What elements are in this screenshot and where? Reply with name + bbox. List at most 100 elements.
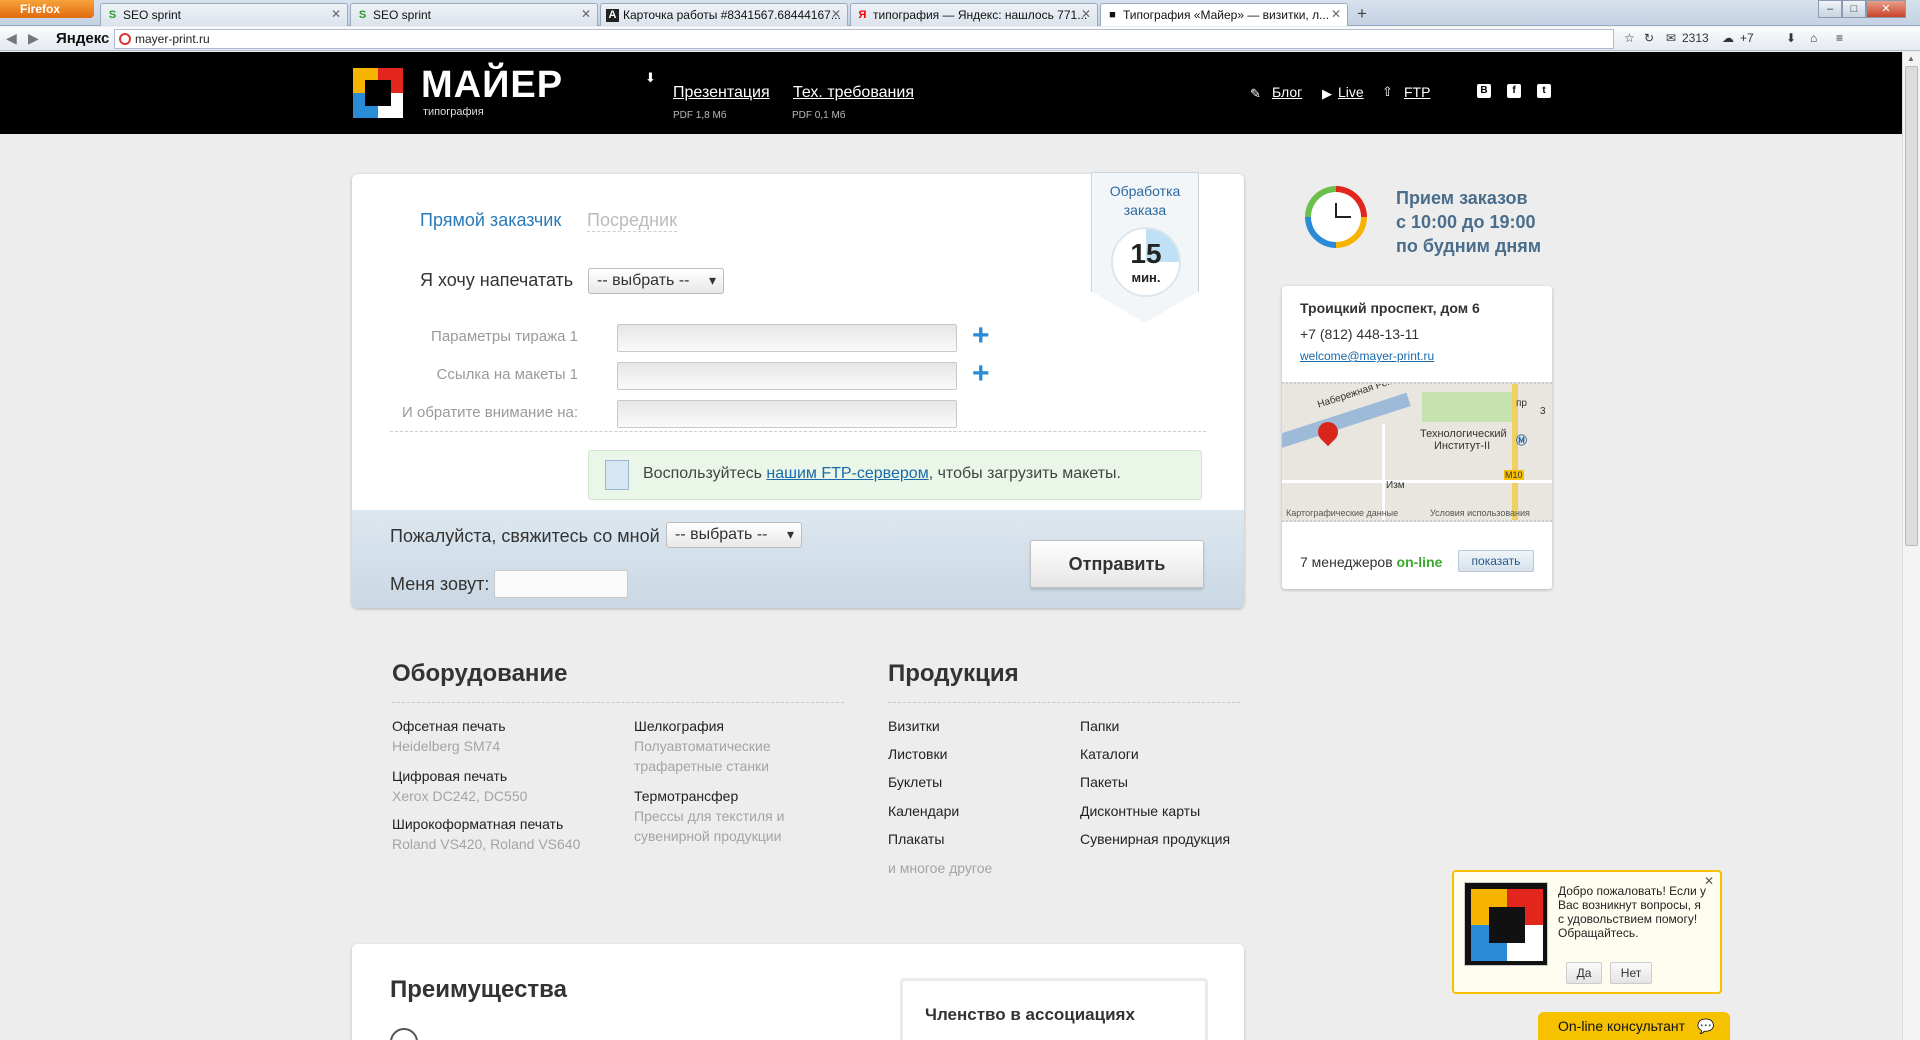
- tab-intermediary[interactable]: Посредник: [587, 210, 677, 232]
- location-map[interactable]: Набережная Рек Технологический Институт-…: [1282, 382, 1552, 522]
- mail-count[interactable]: 2313: [1682, 31, 1709, 45]
- managers-online: 7 менеджеров on-line: [1300, 554, 1443, 570]
- scroll-up-icon[interactable]: ▲: [1907, 54, 1915, 63]
- equipment-item-sub: Roland VS420, Roland VS640: [392, 836, 581, 852]
- print-label: Я хочу напечатать: [420, 270, 574, 290]
- facebook-icon[interactable]: f: [1507, 84, 1521, 98]
- ftp-server-link[interactable]: нашим FTP-сервером: [766, 465, 928, 482]
- add-print-run-icon[interactable]: +: [972, 321, 990, 351]
- maximize-icon[interactable]: □: [1842, 0, 1866, 18]
- tab-close-icon[interactable]: ✕: [831, 7, 841, 21]
- product-link[interactable]: Сувенирная продукция: [1080, 831, 1230, 847]
- menu-icon[interactable]: ≡: [1836, 31, 1843, 45]
- notes-input[interactable]: [617, 400, 957, 428]
- chat-close-icon[interactable]: ✕: [1704, 874, 1714, 888]
- yandex-logo[interactable]: Яндекс: [56, 30, 109, 47]
- product-link[interactable]: Визитки: [888, 718, 940, 734]
- live-link[interactable]: Live: [1338, 84, 1364, 100]
- blog-link[interactable]: Блог: [1272, 84, 1302, 100]
- field-label: Ссылка на макеты 1: [436, 366, 578, 383]
- add-layout-link-icon[interactable]: +: [972, 359, 990, 389]
- equipment-item-sub: Heidelberg SM74: [392, 738, 501, 754]
- contact-method-select[interactable]: -- выбрать --: [666, 522, 802, 548]
- print-run-params-input[interactable]: [617, 324, 957, 352]
- window-close-icon[interactable]: ✕: [1866, 0, 1906, 18]
- chat-yes-button[interactable]: Да: [1566, 962, 1602, 984]
- browser-nav-bar: ◀ ▶ Яндекс mayer-print.ru ☆ ↻ ✉ 2313 ☁ +…: [0, 27, 1920, 51]
- tab-close-icon[interactable]: ✕: [1331, 7, 1341, 21]
- vkontakte-icon[interactable]: В: [1477, 84, 1491, 98]
- mail-icon[interactable]: ✉: [1666, 31, 1676, 45]
- url-input[interactable]: mayer-print.ru: [114, 29, 1614, 49]
- submit-button[interactable]: Отправить: [1030, 540, 1204, 588]
- clock-icon: [1305, 186, 1367, 248]
- presentation-link[interactable]: Презентация: [673, 84, 770, 102]
- minimize-icon[interactable]: –: [1818, 0, 1842, 18]
- browser-tab[interactable]: Я типография — Яндекс: нашлось 771... ✕: [850, 3, 1098, 26]
- presentation-size: PDF 1,8 Мб: [673, 110, 727, 121]
- show-managers-button[interactable]: показать: [1458, 550, 1534, 572]
- online-consultant-label: On-line консультант: [1558, 1018, 1686, 1034]
- favicon-icon: A: [606, 9, 619, 22]
- product-link[interactable]: Плакаты: [888, 831, 944, 847]
- site-favicon-icon: [119, 33, 131, 45]
- map-terms-link[interactable]: Условия использования: [1430, 508, 1530, 518]
- product-link[interactable]: Каталоги: [1080, 746, 1139, 762]
- map-street-label: 3: [1540, 406, 1546, 417]
- product-link[interactable]: Листовки: [888, 746, 947, 762]
- tab-title: Типография «Майер» — визитки, л...: [1123, 8, 1330, 22]
- product-link[interactable]: Календари: [888, 803, 959, 819]
- address: Троицкий проспект, дом 6: [1300, 300, 1480, 316]
- scroll-thumb[interactable]: [1905, 66, 1918, 546]
- firefox-menu-button[interactable]: Firefox: [0, 0, 94, 18]
- twitter-icon[interactable]: t: [1537, 84, 1551, 98]
- tab-close-icon[interactable]: ✕: [581, 7, 591, 21]
- product-link[interactable]: Папки: [1080, 718, 1119, 734]
- product-link[interactable]: Дисконтные карты: [1080, 803, 1200, 819]
- clock-outline-icon: [390, 1028, 418, 1040]
- tab-direct-customer[interactable]: Прямой заказчик: [420, 210, 561, 231]
- browser-tab[interactable]: S SEO sprint ✕: [350, 3, 598, 26]
- print-type-select[interactable]: -- выбрать --: [588, 268, 724, 294]
- name-input[interactable]: [494, 570, 628, 598]
- chat-popup: Добро пожаловать! Если у Вас возникнут в…: [1452, 870, 1722, 994]
- equipment-item[interactable]: Шелкография: [634, 718, 724, 734]
- url-text: mayer-print.ru: [135, 32, 210, 46]
- tab-close-icon[interactable]: ✕: [1081, 7, 1091, 21]
- ftp-link[interactable]: FTP: [1404, 84, 1430, 100]
- equipment-item[interactable]: Офсетная печать: [392, 718, 506, 734]
- seo-sprint-favicon-icon: S: [358, 9, 367, 21]
- product-link[interactable]: Пакеты: [1080, 774, 1128, 790]
- equipment-item[interactable]: Цифровая печать: [392, 768, 507, 784]
- reload-icon[interactable]: ↻: [1644, 31, 1654, 45]
- email-link[interactable]: welcome@mayer-print.ru: [1300, 349, 1434, 363]
- new-tab-button[interactable]: +: [1350, 4, 1374, 25]
- chat-no-button[interactable]: Нет: [1610, 962, 1652, 984]
- advantages-title: Преимущества: [390, 976, 567, 1003]
- logo-title[interactable]: МАЙЕР: [421, 64, 563, 107]
- tab-close-icon[interactable]: ✕: [331, 7, 341, 21]
- mayer-logo-icon[interactable]: [353, 68, 403, 118]
- bookmark-star-icon[interactable]: ☆: [1624, 31, 1635, 45]
- download-icon[interactable]: ⬇: [1786, 31, 1796, 45]
- membership-card: Членство в ассоциациях: [900, 978, 1208, 1040]
- tech-requirements-link[interactable]: Тех. требования: [793, 84, 914, 102]
- browser-tab[interactable]: A Карточка работы #8341567.68444167... ✕: [600, 3, 848, 26]
- section-divider: [888, 702, 1240, 703]
- product-link[interactable]: Буклеты: [888, 774, 942, 790]
- page-scrollbar[interactable]: ▲: [1902, 52, 1920, 1040]
- weather-temp[interactable]: +7: [1740, 31, 1754, 45]
- weather-icon[interactable]: ☁: [1722, 31, 1734, 45]
- back-arrow-icon[interactable]: ◀: [6, 30, 17, 47]
- map-road-label: M10: [1504, 470, 1524, 480]
- browser-tab-active[interactable]: ■ Типография «Майер» — визитки, л... ✕: [1100, 3, 1348, 26]
- online-consultant-button[interactable]: On-line консультант 💬: [1538, 1012, 1730, 1040]
- equipment-item[interactable]: Термотрансфер: [634, 788, 738, 804]
- forward-arrow-icon[interactable]: ▶: [28, 30, 39, 47]
- layout-link-input[interactable]: [617, 362, 957, 390]
- home-icon[interactable]: ⌂: [1810, 31, 1817, 45]
- product-more-link[interactable]: и многое другое: [888, 858, 992, 878]
- equipment-item[interactable]: Широкоформатная печать: [392, 816, 563, 832]
- browser-tab[interactable]: S SEO sprint ✕: [100, 3, 348, 26]
- logo-subtitle: типография: [423, 106, 484, 118]
